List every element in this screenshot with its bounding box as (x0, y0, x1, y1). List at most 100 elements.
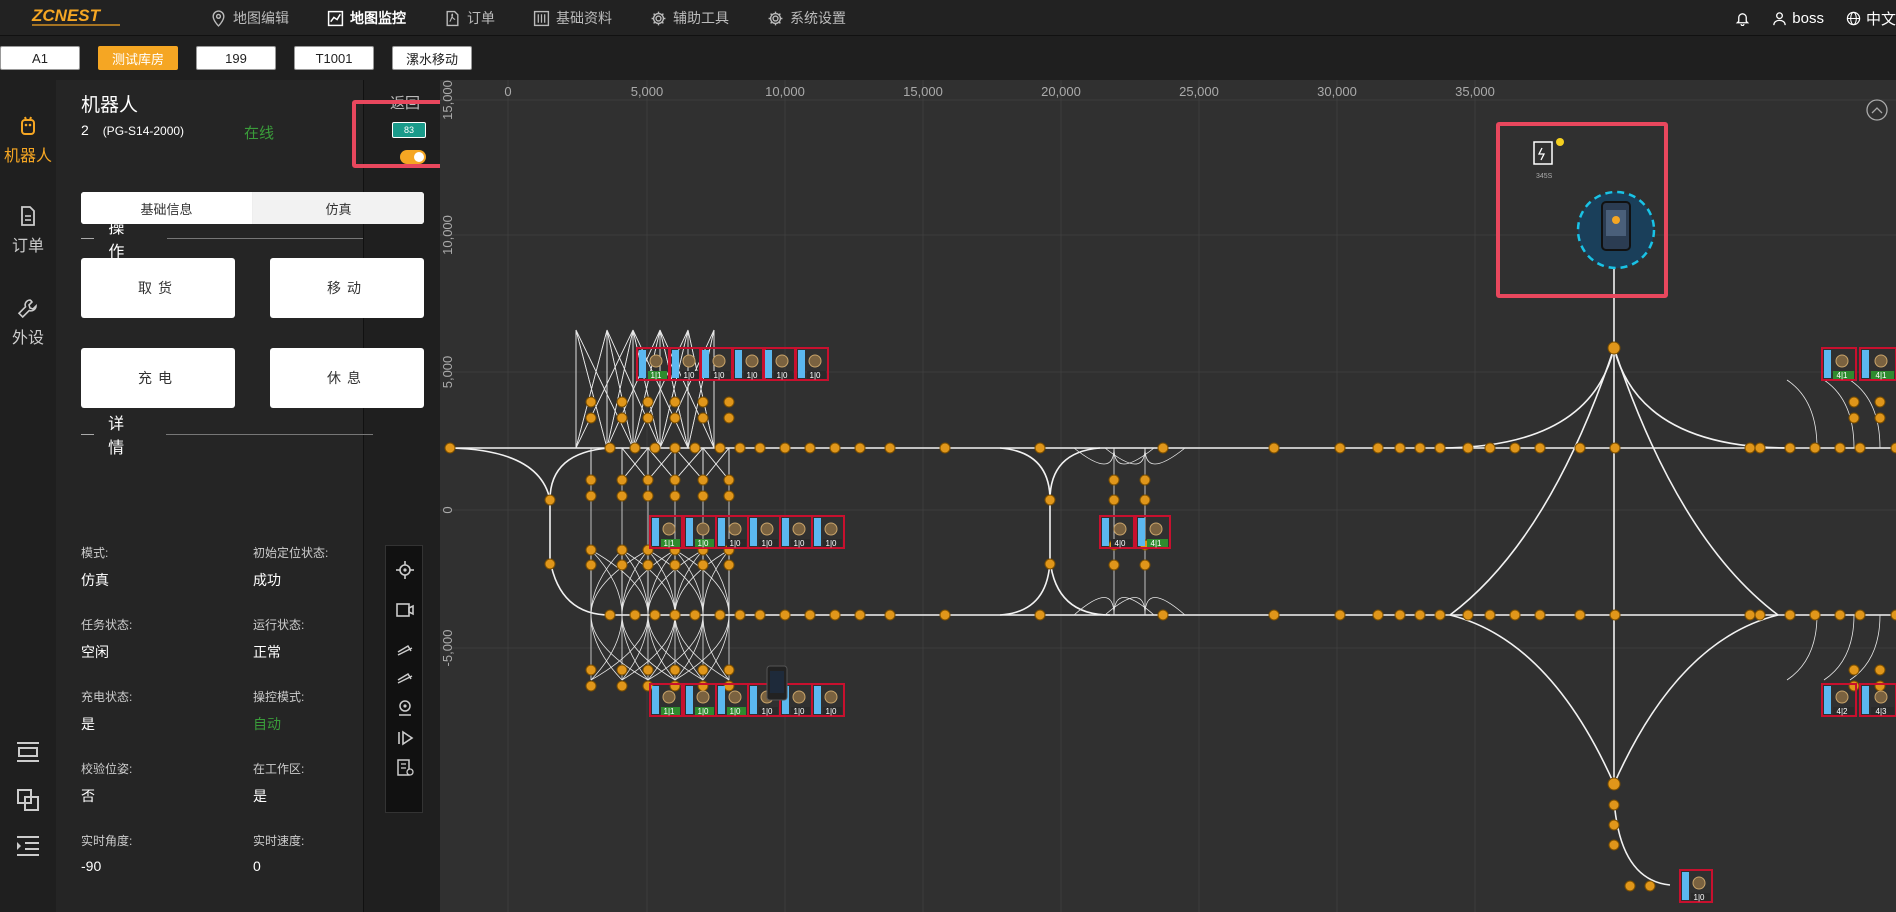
sidebar-item-robot[interactable]: 机器人 (0, 114, 56, 166)
waypoint-node[interactable] (1108, 559, 1120, 571)
waypoint-node[interactable] (1139, 494, 1151, 506)
waypoint-node[interactable] (629, 609, 641, 621)
waypoint-node[interactable] (669, 474, 681, 486)
waypoint-node[interactable] (1784, 442, 1796, 454)
waypoint-node[interactable] (604, 609, 616, 621)
waypoint-node[interactable] (829, 609, 841, 621)
waypoint-node[interactable] (616, 680, 628, 692)
waypoint-node[interactable] (1157, 442, 1169, 454)
waypoint-node[interactable] (616, 544, 628, 556)
waypoint-node[interactable] (1372, 609, 1384, 621)
indent-icon[interactable] (14, 832, 42, 860)
waypoint-node[interactable] (1462, 609, 1474, 621)
waypoint-node[interactable] (1609, 609, 1621, 621)
layout-icon[interactable] (14, 738, 42, 766)
waypoint-node[interactable] (1784, 609, 1796, 621)
waypoint-node[interactable] (1434, 609, 1446, 621)
waypoint-node[interactable] (616, 474, 628, 486)
language-switch[interactable]: 中文 (1846, 8, 1896, 29)
waypoint-node[interactable] (723, 396, 735, 408)
waypoint-node[interactable] (1608, 839, 1620, 851)
waypoint-node[interactable] (723, 664, 735, 676)
waypoint-node[interactable] (1754, 442, 1766, 454)
waypoint-node[interactable] (642, 664, 654, 676)
waypoint-node[interactable] (697, 490, 709, 502)
pickup-button[interactable]: 取货 (81, 258, 235, 318)
waypoint-node[interactable] (1044, 558, 1056, 570)
waypoint-node[interactable] (1108, 474, 1120, 486)
waypoint-node[interactable] (585, 412, 597, 424)
waypoint-node[interactable] (616, 664, 628, 676)
sidebar-item-peripheral[interactable]: 外设 (0, 296, 56, 348)
waypoint-node[interactable] (642, 544, 654, 556)
waypoint-node[interactable] (1574, 442, 1586, 454)
copy-icon[interactable] (14, 786, 42, 814)
waypoint-node[interactable] (1608, 819, 1620, 831)
waypoint-node[interactable] (1834, 442, 1846, 454)
waypoint-node[interactable] (544, 494, 556, 506)
waypoint-node[interactable] (585, 664, 597, 676)
waypoint-node[interactable] (1268, 609, 1280, 621)
waypoint-node[interactable] (779, 609, 791, 621)
waypoint-node[interactable] (1484, 442, 1496, 454)
waypoint-node[interactable] (1644, 880, 1656, 892)
waypoint-node[interactable] (669, 609, 681, 621)
waypoint-node[interactable] (585, 396, 597, 408)
waypoint-node[interactable] (1434, 442, 1446, 454)
waypoint-node[interactable] (1744, 442, 1756, 454)
waypoint-node[interactable] (804, 442, 816, 454)
bell-button[interactable] (1735, 11, 1750, 26)
waypoint-node[interactable] (669, 490, 681, 502)
forklift-icon[interactable] (395, 638, 415, 658)
waypoint-node[interactable] (629, 442, 641, 454)
waypoint-node[interactable] (616, 559, 628, 571)
waypoint-node[interactable] (616, 412, 628, 424)
nav-item-2[interactable]: 订单 (444, 0, 495, 36)
waypoint-node[interactable] (649, 442, 661, 454)
camera-icon[interactable] (395, 600, 415, 620)
rest-button[interactable]: 休息 (270, 348, 424, 408)
waypoint-node[interactable] (669, 664, 681, 676)
tab-t1001[interactable]: T1001 (294, 46, 374, 70)
waypoint-node[interactable] (1044, 494, 1056, 506)
waypoint-node[interactable] (444, 442, 456, 454)
waypoint-node[interactable] (544, 558, 556, 570)
waypoint-node[interactable] (1848, 412, 1860, 424)
waypoint-node[interactable] (1874, 396, 1886, 408)
waypoint-node[interactable] (884, 609, 896, 621)
robot-marker-small[interactable] (766, 665, 788, 701)
waypoint-node[interactable] (642, 490, 654, 502)
play-icon[interactable] (395, 728, 415, 748)
nav-item-5[interactable]: 系统设置 (767, 0, 846, 36)
waypoint-node[interactable] (939, 442, 951, 454)
waypoint-node[interactable] (697, 680, 709, 692)
waypoint-node[interactable] (1414, 609, 1426, 621)
waypoint-node[interactable] (1534, 609, 1546, 621)
waypoint-node[interactable] (1834, 609, 1846, 621)
waypoint-node[interactable] (1509, 609, 1521, 621)
waypoint-node[interactable] (1372, 442, 1384, 454)
waypoint-node[interactable] (1607, 777, 1621, 791)
waypoint-node[interactable] (642, 559, 654, 571)
locate-icon[interactable] (395, 560, 415, 580)
waypoint-node[interactable] (1394, 609, 1406, 621)
tab-a1[interactable]: A1 (0, 46, 80, 70)
waypoint-node[interactable] (1157, 609, 1169, 621)
waypoint-node[interactable] (1608, 799, 1620, 811)
report-icon[interactable] (395, 758, 415, 778)
waypoint-node[interactable] (1034, 442, 1046, 454)
waypoint-node[interactable] (1809, 609, 1821, 621)
waypoint-node[interactable] (1414, 442, 1426, 454)
waypoint-node[interactable] (1334, 442, 1346, 454)
waypoint-node[interactable] (642, 474, 654, 486)
sidebar-item-order[interactable]: 订单 (0, 204, 56, 256)
waypoint-node[interactable] (642, 412, 654, 424)
map-svg[interactable]: -5,000 0 5,000 10,000 15,000 20,000 25,000 30,0… (440, 80, 1896, 912)
waypoint-node[interactable] (1534, 442, 1546, 454)
waypoint-node[interactable] (754, 609, 766, 621)
nav-item-3[interactable]: 基础资料 (533, 0, 612, 36)
waypoint-node[interactable] (1754, 609, 1766, 621)
waypoint-node[interactable] (714, 609, 726, 621)
waypoint-node[interactable] (723, 474, 735, 486)
waypoint-node[interactable] (854, 442, 866, 454)
